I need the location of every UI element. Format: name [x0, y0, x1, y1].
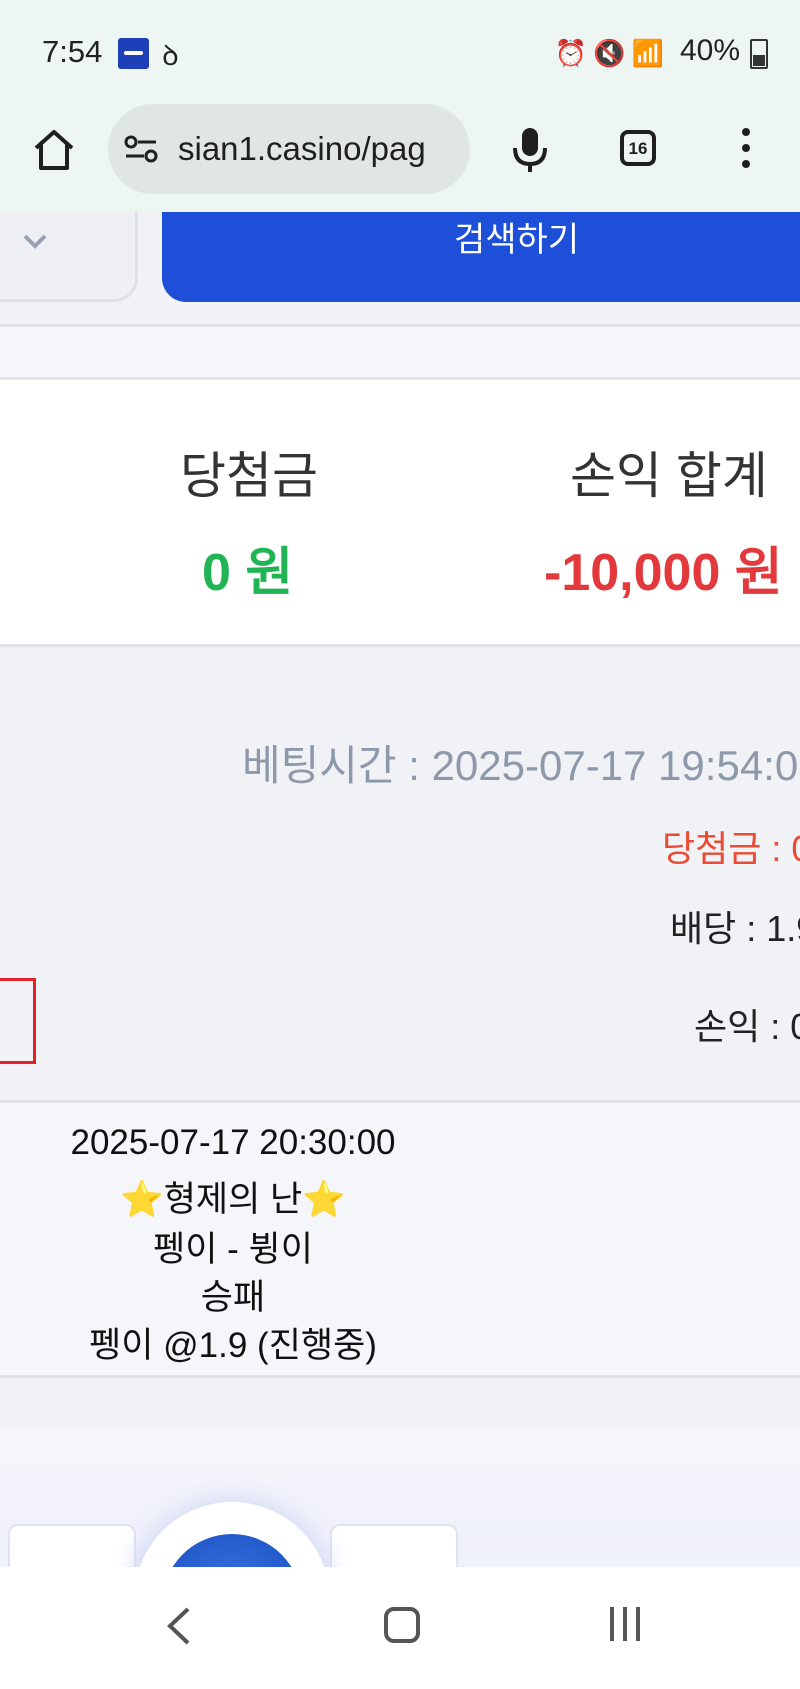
- system-nav-bar: [0, 1567, 800, 1689]
- misc-icon: ꝺ: [162, 40, 179, 71]
- home-icon[interactable]: [30, 126, 78, 174]
- status-icons: ⏰🔇📶: [554, 38, 670, 68]
- bottom-menu: [0, 1428, 800, 1567]
- tabs-icon[interactable]: 16: [620, 130, 656, 166]
- win-total-value: 0 원: [202, 544, 294, 602]
- league-name: 형제의 난: [163, 1180, 303, 1219]
- match-name: 펭이 - 뷩이: [153, 1230, 313, 1269]
- profit-loss-label: 손익 합계: [570, 448, 768, 504]
- star-icon: ⭐: [302, 1180, 346, 1219]
- page-content: 검색하기 당첨금 0 원 손익 합계 -10,000 원 베팅시간 : 2025…: [0, 212, 800, 1567]
- url-bar[interactable]: sian1.casino/pag: [108, 104, 470, 194]
- mic-icon[interactable]: [510, 126, 550, 174]
- star-icon: ⭐: [120, 1180, 164, 1219]
- site-settings-icon[interactable]: [124, 134, 158, 164]
- league-line: ⭐형제의 난⭐: [0, 1171, 466, 1222]
- status-mark-box[interactable]: [0, 978, 36, 1064]
- bet-odds: 배당 : 1.9: [670, 908, 800, 949]
- divider-strip: [0, 324, 800, 380]
- status-time: 7:54: [42, 34, 103, 69]
- bottom-menu-item[interactable]: [8, 1524, 136, 1567]
- app-badge-icon: [118, 38, 149, 69]
- overflow-menu-icon[interactable]: [740, 128, 752, 174]
- back-icon[interactable]: [160, 1603, 200, 1649]
- pick-detail: 펭이 @1.9 (진행중): [89, 1326, 377, 1365]
- win-total-label: 당첨금: [180, 448, 318, 504]
- chevron-down-icon: [23, 234, 47, 249]
- game-datetime: 2025-07-17 20:30:00: [70, 1123, 396, 1162]
- browser-toolbar: sian1.casino/pag 16: [0, 104, 800, 213]
- tab-count: 16: [628, 139, 648, 158]
- game-info: 2025-07-17 20:30:00 ⭐형제의 난⭐ 펭이 - 뷩이 승패 펭…: [0, 1103, 800, 1378]
- bet-profit-loss: 손익 : 0: [694, 1006, 800, 1047]
- center-action-button[interactable]: [134, 1502, 330, 1567]
- filter-select[interactable]: [0, 212, 138, 302]
- section-gap: [0, 1378, 800, 1428]
- status-bar: 7:54 ꝺ ⏰🔇📶 40%: [0, 0, 800, 104]
- battery-text: 40%: [679, 34, 740, 67]
- url-text[interactable]: sian1.casino/pag: [178, 130, 458, 168]
- bet-time: 베팅시간 : 2025-07-17 19:54:0: [242, 742, 799, 789]
- profit-loss-value: -10,000 원: [544, 544, 783, 602]
- recents-icon[interactable]: [610, 1607, 650, 1643]
- summary-panel: 당첨금 0 원 손익 합계 -10,000 원: [0, 380, 800, 647]
- home-nav-icon[interactable]: [384, 1607, 420, 1643]
- bet-card: 베팅시간 : 2025-07-17 19:54:0 당첨금 : 0 배당 : 1…: [0, 682, 800, 1103]
- market-name: 승패: [200, 1278, 266, 1317]
- bet-win-amount: 당첨금 : 0: [662, 828, 800, 869]
- bottom-menu-item[interactable]: [330, 1524, 458, 1567]
- battery-icon: [750, 39, 768, 69]
- search-button[interactable]: 검색하기: [162, 212, 800, 302]
- center-logo-icon: [162, 1534, 302, 1567]
